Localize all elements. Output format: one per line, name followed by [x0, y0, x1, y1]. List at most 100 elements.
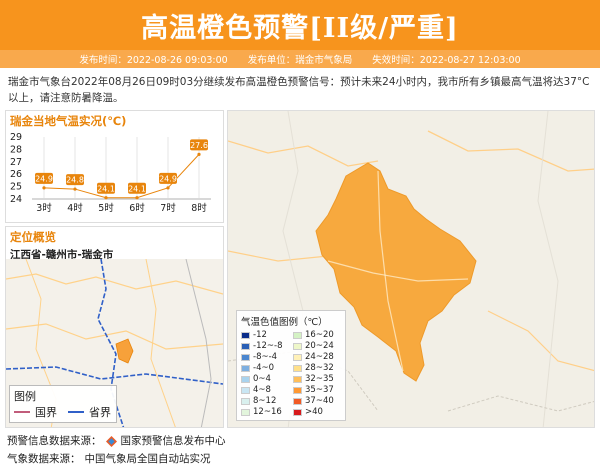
legend-label: 16~20: [305, 330, 334, 340]
national-border-swatch: [14, 411, 30, 413]
temperature-point[interactable]: [166, 186, 170, 190]
footer: 预警信息数据来源： 国家预警信息发布中心 气象数据来源： 中国气象局全国自动站实…: [7, 432, 226, 468]
temperature-point[interactable]: [197, 152, 201, 156]
legend-swatch: [241, 342, 250, 350]
legend-item: 8~12: [241, 396, 289, 406]
legend-swatch: [293, 342, 302, 350]
location-panel: 定位概览 江西省-赣州市-瑞金市 图例 国界 省界: [5, 226, 224, 428]
weather-source-label: 气象数据来源：: [7, 453, 81, 465]
legend-label: 12~16: [253, 407, 282, 417]
warning-meta: 发布时间：2022-08-26 09:03:00 发布单位：瑞金市气象局 失效时…: [0, 50, 600, 68]
legend-swatch: [293, 397, 302, 405]
legend-label: 32~35: [305, 374, 334, 384]
legend-title: 气温色值图例（℃）: [241, 317, 328, 328]
legend-label: -8~-4: [253, 352, 278, 362]
left-column: 瑞金当地气温实况(℃) 24 25 26 27 28 29 3时 4时 5时 6时 7时 8时 24.9…: [5, 110, 224, 428]
temperature-chart: 2425 2627 2829 3时 4时 5时 6时 7时 8时 24.9 24.8 24.1 24.1…: [10, 132, 211, 214]
legend-label: 24~28: [305, 352, 334, 362]
legend-item: 32~35: [293, 374, 341, 384]
legend-swatch: [241, 375, 250, 383]
expire-time: 失效时间：2022-08-27 12:03:00: [372, 55, 521, 66]
temperature-point[interactable]: [104, 196, 108, 200]
legend-swatch: [293, 386, 302, 394]
data-label: 24.1: [128, 184, 146, 193]
legend-swatch: [241, 408, 250, 416]
legend-item: -8~-4: [241, 352, 289, 362]
legend-item: 20~24: [293, 341, 341, 351]
legend-swatch: [293, 408, 302, 416]
legend-label: 0~4: [253, 374, 271, 384]
temperature-panel: 瑞金当地气温实况(℃) 24 25 26 27 28 29 3时 4时 5时 6时 7时 8时 24.9…: [5, 110, 224, 223]
legend-swatch: [241, 364, 250, 372]
data-label: 24.8: [66, 176, 84, 185]
location-panel-title: 定位概览: [10, 230, 56, 244]
legend-label: -12: [253, 330, 267, 340]
legend-label: 4~8: [253, 385, 271, 395]
legend-swatch: [293, 375, 302, 383]
legend-item: 4~8: [241, 385, 289, 395]
legend-grid: -12 16~20 -12~-8 20~24 -8~-4 24~28 -4~0 28~32 0~…: [241, 330, 341, 417]
legend-swatch: [293, 331, 302, 339]
legend-label: >40: [305, 407, 323, 417]
legend-label: 35~37: [305, 385, 334, 395]
legend-swatch: [293, 364, 302, 372]
warning-area-map[interactable]: 气温色值图例（℃） -12 16~20 -12~-8 20~24 -8~-4 24~28-…: [227, 110, 595, 428]
temperature-point[interactable]: [135, 196, 139, 200]
legend-item: >40: [293, 407, 341, 417]
y-tick-label: 28: [10, 144, 22, 155]
weather-source: 中国气象局全国自动站实况: [84, 453, 211, 465]
x-tick-label: 6时: [129, 202, 145, 214]
y-tick-label: 24: [10, 194, 22, 205]
x-tick-label: 3时: [36, 202, 52, 214]
warning-source[interactable]: 国家预警信息发布中心: [121, 432, 226, 450]
y-tick-label: 29: [10, 132, 22, 143]
provincial-border-swatch: [68, 411, 84, 413]
mini-map-legend: 图例 国界 省界: [9, 385, 117, 423]
legend-item: -12~-8: [241, 341, 289, 351]
legend-item: -12: [241, 330, 289, 340]
temperature-color-legend: 气温色值图例（℃） -12 16~20 -12~-8 20~24 -8~-4 24~28-…: [236, 310, 346, 421]
temperature-point[interactable]: [42, 186, 46, 190]
legend-label: 28~32: [305, 363, 334, 373]
x-tick-label: 4时: [67, 202, 83, 214]
legend-item: 16~20: [293, 330, 341, 340]
legend-item: 24~28: [293, 352, 341, 362]
legend-label: -4~0: [253, 363, 275, 373]
legend-item: -4~0: [241, 363, 289, 373]
temperature-panel-title: 瑞金当地气温实况(℃): [10, 114, 127, 128]
legend-swatch: [241, 331, 250, 339]
data-label: 24.9: [159, 174, 177, 183]
legend-item: 28~32: [293, 363, 341, 373]
temperature-point[interactable]: [73, 187, 77, 191]
legend-label: 20~24: [305, 341, 334, 351]
main-content: 瑞金当地气温实况(℃) 24 25 26 27 28 29 3时 4时 5时 6时 7时 8时 24.9…: [5, 110, 595, 428]
weather-source-row: 气象数据来源： 中国气象局全国自动站实况: [7, 450, 226, 468]
legend-item: 12~16: [241, 407, 289, 417]
nmc-logo-icon: [105, 435, 117, 447]
legend-swatch: [241, 386, 250, 394]
legend-item: 35~37: [293, 385, 341, 395]
legend-label: -12~-8: [253, 341, 283, 351]
warning-source-row: 预警信息数据来源： 国家预警信息发布中心: [7, 432, 226, 450]
issuer: 发布单位：瑞金市气象局: [247, 55, 353, 66]
warning-description: 瑞金市气象台2022年08月26日09时03分继续发布高温橙色预警信号：预计未来…: [8, 76, 590, 104]
legend-label: 8~12: [253, 396, 277, 406]
y-tick-label: 27: [10, 157, 22, 168]
legend-swatch: [293, 353, 302, 361]
y-tick-label: 26: [10, 169, 22, 180]
legend-swatch: [241, 353, 250, 361]
warning-title: 高温橙色预警[II级/严重]: [141, 12, 459, 44]
national-border-label: 国界: [35, 406, 57, 419]
data-label: 24.1: [97, 184, 115, 193]
y-tick-label: 25: [10, 182, 22, 193]
legend-label: 37~40: [305, 396, 334, 406]
provincial-border-label: 省界: [89, 406, 111, 419]
legend-item: 0~4: [241, 374, 289, 384]
legend-swatch: [241, 397, 250, 405]
warning-header: 高温橙色预警[II级/严重]: [0, 0, 600, 50]
issue-time: 发布时间：2022-08-26 09:03:00: [79, 55, 228, 66]
legend-item: 37~40: [293, 396, 341, 406]
x-tick-label: 8时: [191, 202, 207, 214]
data-label: 24.9: [35, 174, 53, 183]
data-label: 27.6: [190, 141, 208, 150]
